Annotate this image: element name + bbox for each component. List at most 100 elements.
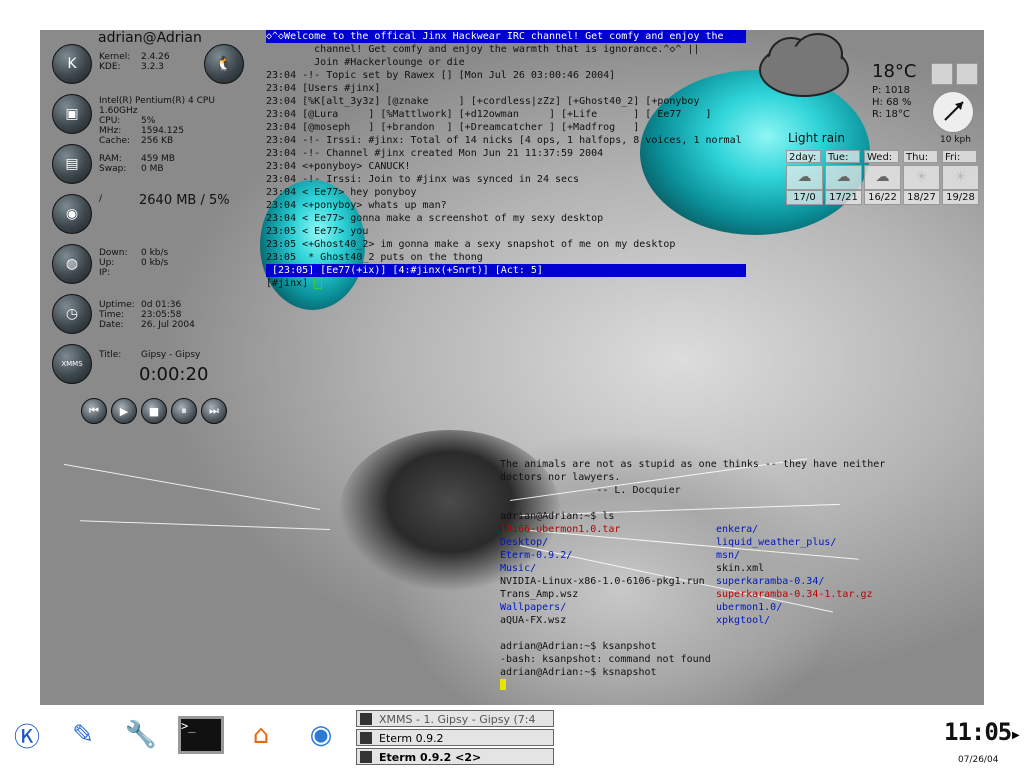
- forecast-day-name: Wed:: [864, 150, 899, 163]
- cpu-label: CPU:: [99, 116, 121, 126]
- panel-clock[interactable]: 11:05: [944, 718, 1012, 746]
- cache-label: Cache:: [99, 136, 131, 146]
- irc-line: 23:04 -!- Irssi: #jinx: Total of 14 nick…: [266, 135, 742, 146]
- title-label: Title:: [99, 350, 122, 360]
- ls-entry: superkaramba-0.34/: [716, 576, 825, 587]
- weather-widget: 18°C P: 1018 H: 68 % R: 18°C Light rain …: [786, 55, 981, 207]
- ls-entry: Desktop/: [500, 537, 549, 548]
- up-value: 0 kb/s: [141, 258, 169, 268]
- irc-line: 23:04 -!- Irssi: Join to #jinx was synce…: [266, 174, 580, 185]
- ls-output: 13166-ubermon1.0.tar Desktop/Eterm-0.9.2/…: [500, 523, 940, 640]
- terminal-line: adrian@Adrian:~$ ksnapshot: [500, 667, 657, 678]
- terminal-line: adrian@Adrian:~$ ksanpshot: [500, 641, 657, 652]
- kde-menu-icon[interactable]: Ⓚ: [4, 712, 50, 758]
- memory-module-icon: ▤: [52, 144, 92, 184]
- fortune-line: The animals are not as stupid as one thi…: [500, 459, 886, 470]
- terminal-cursor: [500, 679, 506, 690]
- control-center-wrench-icon[interactable]: 🔧: [118, 712, 164, 758]
- forecast-temps: 17/21: [825, 190, 862, 205]
- ls-column-1: 13166-ubermon1.0.tar Desktop/Eterm-0.9.2/…: [500, 523, 705, 627]
- forecast-day-name: Tue:: [825, 150, 860, 163]
- xmms-stop-button[interactable]: ■: [141, 398, 167, 424]
- forecast-day: Wed: ☁ 16/22: [864, 150, 901, 205]
- terminal-after-output: adrian@Adrian:~$ ksanpshot -bash: ksanpsh…: [500, 640, 940, 679]
- irc-line: channel! Get comfy and enjoy the warmth …: [266, 44, 700, 55]
- terminal-cursor-line[interactable]: [500, 679, 940, 692]
- ls-entry: liquid_weather_plus/: [716, 537, 837, 548]
- kernel-value: 2.4.26: [141, 52, 170, 62]
- home-folder-icon[interactable]: ⌂: [238, 712, 284, 758]
- irc-line: 23:04 -!- Topic set by Rawex [] [Mon Jul…: [266, 70, 616, 81]
- irc-line: 23:04 <+ponyboy> whats up man?: [266, 200, 447, 211]
- eterm-terminal-window[interactable]: The animals are not as stupid as one thi…: [500, 458, 940, 692]
- xmms-previous-button[interactable]: ⏮: [81, 398, 107, 424]
- xmms-app-icon: [360, 713, 372, 725]
- ls-entry: skin.xml: [716, 563, 765, 574]
- rain-cloud-icon: ☁: [786, 165, 823, 190]
- konsole-terminal-icon[interactable]: >_: [178, 712, 224, 758]
- fortune-line: doctors nor lawyers.: [500, 472, 621, 483]
- fortune-text: The animals are not as stupid as one thi…: [500, 458, 940, 497]
- kde-logo-icon: K: [52, 44, 92, 84]
- ls-entry: ubermon1.0/: [716, 602, 783, 613]
- uptime-label: Uptime:: [99, 300, 135, 310]
- eterm-app-icon: [360, 751, 372, 763]
- forecast-day: Thu: ☀ 18/27: [903, 150, 940, 205]
- weather-pressure: P: 1018: [872, 85, 911, 96]
- cache-value: 256 KB: [141, 136, 174, 146]
- date-label: Date:: [99, 320, 124, 330]
- panel-scroll-arrow-icon[interactable]: ▶: [1012, 730, 1020, 741]
- taskbar-task-button[interactable]: XMMS - 1. Gipsy - Gipsy (7:4: [356, 710, 554, 727]
- xmms-pause-button[interactable]: ⏸: [171, 398, 197, 424]
- xmms-elapsed-time: 0:00:20: [139, 364, 209, 385]
- mhz-label: MHz:: [99, 126, 122, 136]
- terminal-ls-command: adrian@Adrian:~$ ls: [500, 511, 615, 522]
- irc-cursor: [314, 277, 323, 289]
- panel-date: 07/26/04: [958, 755, 999, 765]
- irc-terminal-window[interactable]: ◇^◇Welcome to the offical Jinx Hackwear …: [266, 30, 746, 292]
- irc-input-line[interactable]: [#jinx]: [266, 277, 746, 290]
- task-label: XMMS - 1. Gipsy - Gipsy (7:4: [379, 713, 536, 726]
- irc-line: 23:05 * Ghost40_2 puts on the thong: [266, 252, 483, 263]
- taskbar-task-button[interactable]: Eterm 0.9.2: [356, 729, 554, 746]
- ls-entry: NVIDIA-Linux-x86-1.0-6106-pkg1.run: [500, 576, 705, 587]
- up-label: Up:: [99, 258, 115, 268]
- down-label: Down:: [99, 248, 128, 258]
- weather-icon-box-2: [956, 63, 978, 85]
- irc-line: 23:04 [Users #jinx]: [266, 83, 381, 94]
- uptime-value: 0d 01:36: [141, 300, 182, 310]
- time-stats: Uptime: 0d 01:36 Time: 23:05:58 Date: 26. J…: [99, 300, 195, 330]
- ls-entry: Music/: [500, 563, 537, 574]
- konqueror-browser-icon[interactable]: ◉: [298, 712, 344, 758]
- terminal-line: -bash: ksanpshot: command not found: [500, 654, 711, 665]
- xmms-play-button[interactable]: ▶: [111, 398, 137, 424]
- forecast-day-name: Thu:: [903, 150, 938, 163]
- irc-line: [23:05] [Ee77(+ix)] [4:#jinx(+Snrt)] [Ac…: [266, 264, 746, 277]
- irc-message-list: ◇^◇Welcome to the offical Jinx Hackwear …: [266, 30, 746, 277]
- tux-penguin-icon: 🐧: [204, 44, 244, 84]
- kde-label: KDE:: [99, 62, 121, 72]
- weather-icon-box-1: [931, 63, 953, 85]
- weather-condition: Light rain: [788, 131, 845, 145]
- swap-value: 0 MB: [141, 164, 164, 174]
- taskbar-task-button[interactable]: Eterm 0.9.2 <2>: [356, 748, 554, 765]
- rain-cloud-icon: ☁: [825, 165, 862, 190]
- ls-entry: Trans_Amp.wsz: [500, 589, 579, 600]
- irc-line: 23:04 < Ee77> hey ponyboy: [266, 187, 417, 198]
- irc-line: 23:05 < Ee77> you: [266, 226, 369, 237]
- irc-line: 23:04 -!- Channel #jinx created Mon Jun …: [266, 148, 604, 159]
- memory-stats: RAM: 459 MB Swap: 0 MB: [99, 154, 175, 174]
- forecast-day: 2day: ☁ 17/0: [786, 150, 823, 205]
- kernel-label: Kernel:: [99, 52, 131, 62]
- irc-line: ◇^◇Welcome to the offical Jinx Hackwear …: [266, 30, 746, 43]
- text-editor-icon[interactable]: ✎: [60, 712, 106, 758]
- ls-entry: 13166-ubermon1.0.tar: [500, 524, 621, 535]
- sun-icon: ☀: [903, 165, 940, 190]
- forecast-temps: 18/27: [903, 190, 940, 205]
- forecast-day-name: 2day:: [786, 150, 821, 163]
- xmms-next-button[interactable]: ⏭: [201, 398, 227, 424]
- ls-entry: Eterm-0.9.2/: [500, 550, 573, 561]
- mhz-value: 1594.125: [141, 126, 184, 136]
- cpu-chip-icon: ▣: [52, 94, 92, 134]
- disk-stats: /: [99, 194, 102, 204]
